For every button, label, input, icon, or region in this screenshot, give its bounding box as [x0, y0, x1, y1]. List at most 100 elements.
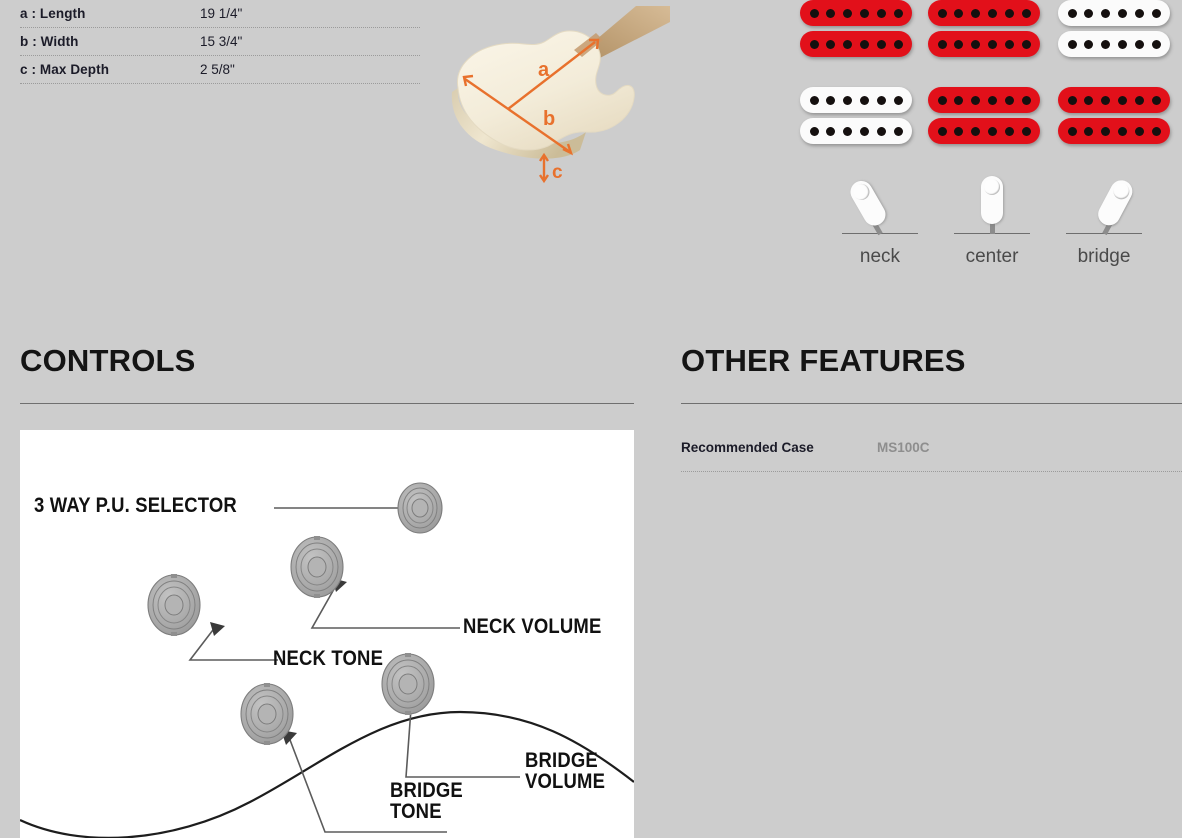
table-row: c : Max Depth 2 5/8"	[20, 56, 420, 84]
pickup-pole-piece	[876, 95, 886, 105]
pickup-option	[800, 87, 912, 149]
pickup-pole-piece	[876, 126, 886, 136]
knob-neck-volume	[290, 536, 344, 598]
dimension-value: 15 3/4"	[200, 34, 243, 49]
pickup-pole-piece	[1067, 126, 1077, 136]
pickup-pole-piece	[971, 95, 981, 105]
pickup-pole-piece	[859, 39, 869, 49]
pickup-pole-piece	[809, 126, 819, 136]
dimension-value: 2 5/8"	[200, 62, 235, 77]
dimension-value: 19 1/4"	[200, 6, 243, 21]
knob-bridge-tone	[240, 683, 294, 745]
spec-page: a : Length 19 1/4" b : Width 15 3/4" c :…	[0, 0, 1182, 838]
pickup-option	[1058, 0, 1170, 62]
pickup-pole-piece	[843, 126, 853, 136]
switch-position-label: neck	[859, 246, 901, 267]
dimension-label: c : Max Depth	[20, 62, 110, 77]
pickup-pole-piece	[893, 8, 903, 18]
pickup-pole-piece	[1151, 126, 1161, 136]
pickup-pole-piece	[809, 39, 819, 49]
pickup-pole-piece	[937, 8, 947, 18]
divider-controls	[20, 403, 634, 404]
pickup-pole-piece	[893, 126, 903, 136]
control-knobs	[147, 482, 443, 745]
pickup-pole-piece	[843, 8, 853, 18]
pickup-selector-positions: neck center bridge	[820, 168, 1182, 280]
pickup-pole-piece	[809, 8, 819, 18]
switch-lever	[846, 176, 890, 230]
pickup-pole-piece	[987, 39, 997, 49]
pickup-pole-piece	[1084, 39, 1094, 49]
pickup-pole-piece	[826, 8, 836, 18]
pickup-pole-piece	[809, 95, 819, 105]
pickup-option	[800, 0, 912, 62]
pickup-pole-piece	[954, 95, 964, 105]
switch-lever-icon	[1044, 168, 1164, 246]
pickup-options-grid	[800, 0, 1170, 152]
control-label-neck-tone: NECK TONE	[273, 647, 384, 670]
feature-label: Recommended Case	[681, 440, 814, 455]
switch-lever-tip	[850, 181, 872, 204]
switch-lever	[1094, 176, 1137, 230]
callout-b: b	[543, 108, 555, 130]
pickup-pole-piece	[859, 8, 869, 18]
pickup-pole-piece	[954, 39, 964, 49]
control-label-pu-selector: 3 WAY P.U. SELECTOR	[34, 494, 237, 517]
pickup-pole-piece	[859, 95, 869, 105]
callout-a: a	[538, 59, 550, 81]
humbucker-coil-top	[1058, 87, 1170, 113]
divider-other-features	[681, 403, 1182, 404]
humbucker-coil-bottom	[800, 118, 912, 144]
pickup-pole-piece	[987, 8, 997, 18]
pickup-pole-piece	[1151, 8, 1161, 18]
pickup-pole-piece	[1084, 95, 1094, 105]
switch-lever-tip	[983, 179, 1000, 195]
control-label-bridge-volume: BRIDGE VOLUME	[525, 749, 606, 794]
switch-position-bridge: bridge	[1044, 168, 1164, 268]
switch-position-neck: neck	[820, 168, 940, 268]
pickup-pole-piece	[843, 95, 853, 105]
switch-position-label: bridge	[1077, 246, 1131, 267]
callout-c: c	[552, 162, 563, 183]
pickup-pole-piece	[971, 8, 981, 18]
controls-diagram: 3 WAY P.U. SELECTOR NECK VOLUME NECK TON…	[20, 430, 634, 838]
humbucker-coil-top	[800, 0, 912, 26]
pickup-pole-piece	[954, 8, 964, 18]
pickup-pole-piece	[1101, 39, 1111, 49]
pickup-pole-piece	[937, 39, 947, 49]
pickup-pole-piece	[1004, 126, 1014, 136]
pickup-pole-piece	[1134, 126, 1144, 136]
pickup-pole-piece	[1134, 39, 1144, 49]
pickup-pole-piece	[826, 95, 836, 105]
pickup-pole-piece	[1004, 95, 1014, 105]
page-title-other-features: OTHER FEATURES	[681, 343, 966, 378]
pickup-pole-piece	[1067, 39, 1077, 49]
pickup-pole-piece	[954, 126, 964, 136]
pickup-pole-piece	[826, 126, 836, 136]
pickup-pole-piece	[1101, 126, 1111, 136]
humbucker-coil-bottom	[1058, 31, 1170, 57]
pickup-option	[928, 0, 1040, 62]
guitar-body-dimension-figure: a b c	[440, 0, 670, 200]
pickup-pole-piece	[826, 39, 836, 49]
knob-pu-selector	[397, 482, 443, 534]
pickup-pole-piece	[1117, 39, 1127, 49]
pickup-pole-piece	[1134, 95, 1144, 105]
pickup-pole-piece	[1021, 95, 1031, 105]
pickup-pole-piece	[1117, 95, 1127, 105]
switch-lever-icon	[932, 168, 1052, 246]
dimension-label: b : Width	[20, 34, 79, 49]
pickup-pole-piece	[971, 126, 981, 136]
page-title-controls: CONTROLS	[20, 343, 196, 378]
switch-lever-icon	[820, 168, 940, 246]
switch-position-label: center	[965, 246, 1019, 267]
humbucker-coil-bottom	[928, 31, 1040, 57]
humbucker-coil-top	[928, 0, 1040, 26]
knob-bridge-volume	[381, 653, 435, 715]
pickup-option	[1058, 87, 1170, 149]
pickup-pole-piece	[1084, 8, 1094, 18]
knob-neck-tone	[147, 574, 201, 636]
pickup-pole-piece	[1084, 126, 1094, 136]
pickup-pole-piece	[1134, 8, 1144, 18]
pickup-pole-piece	[1117, 126, 1127, 136]
